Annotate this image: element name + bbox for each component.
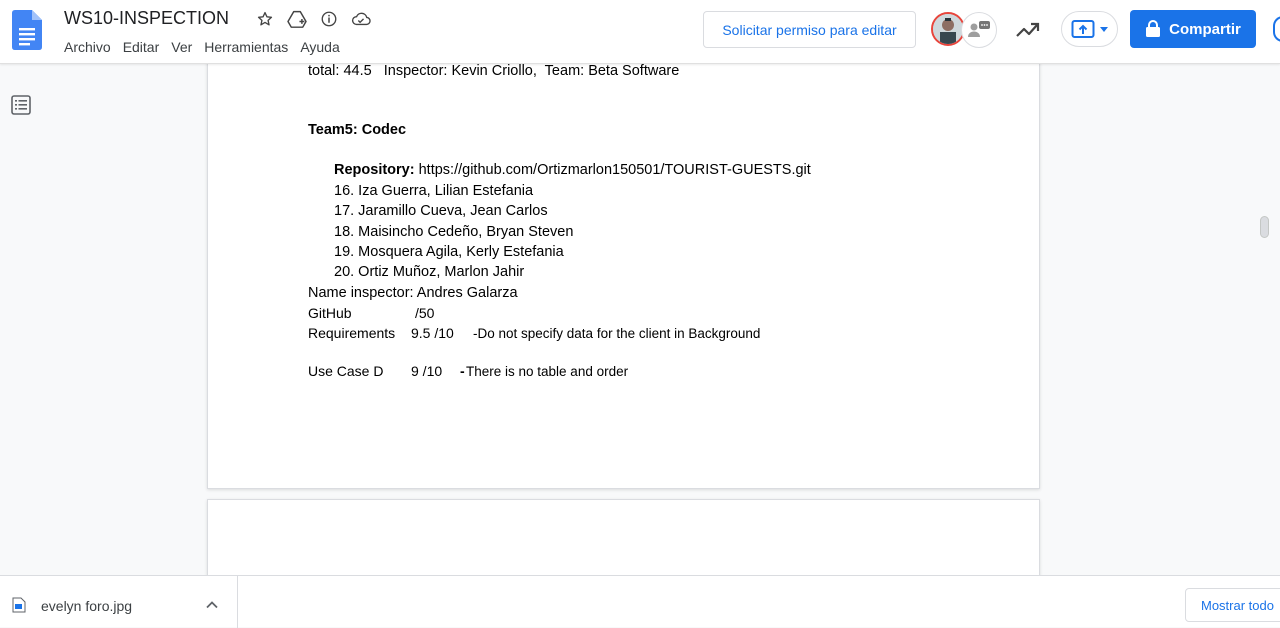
usecase-score: 9 /10 — [411, 363, 443, 379]
member-item: 17. Jaramillo Cueva, Jean Carlos — [334, 203, 548, 219]
docs-logo-icon[interactable] — [12, 10, 42, 50]
usecase-label: Use Case D — [308, 363, 384, 379]
account-icon[interactable] — [1273, 16, 1280, 42]
menu-herramientas[interactable]: Herramientas — [198, 38, 294, 56]
user-avatar[interactable] — [931, 12, 965, 46]
show-all-button[interactable]: Mostrar todo — [1185, 588, 1280, 622]
menu-editar[interactable]: Editar — [117, 38, 166, 56]
member-item: 20. Ortiz Muñoz, Marlon Jahir — [334, 264, 525, 280]
present-button[interactable] — [1061, 11, 1118, 47]
usecase-dash: - — [460, 363, 465, 379]
cloud-status-icon[interactable] — [350, 8, 372, 30]
share-button[interactable]: Compartir — [1130, 10, 1256, 48]
trending-icon[interactable] — [1014, 16, 1042, 44]
document-page[interactable]: total: 44.5 Inspector: Kevin Criollo, Te… — [207, 40, 1040, 489]
title-icons — [254, 8, 372, 30]
info-icon[interactable] — [318, 8, 340, 30]
repository-label: Repository: — [334, 162, 415, 178]
inspector-line: Name inspector: Andres Galarza — [308, 285, 518, 301]
repository-url[interactable]: https://github.com/Ortizmarlon150501/TOU… — [415, 162, 811, 178]
top-bar: WS10-INSPECTION Archivo Editar Ver Herra… — [0, 0, 1280, 64]
request-edit-access-button[interactable]: Solicitar permiso para editar — [703, 11, 916, 48]
member-item: 19. Mosquera Agila, Kerly Estefania — [334, 244, 564, 260]
github-label: GitHub — [308, 305, 352, 321]
lock-icon — [1146, 20, 1161, 37]
team-heading: Team5: Codec — [308, 122, 407, 138]
present-icon — [1071, 20, 1094, 38]
menu-ayuda[interactable]: Ayuda — [294, 38, 345, 56]
member-item: 16. Iza Guerra, Lilian Estefania — [334, 183, 534, 199]
menu-ver[interactable]: Ver — [165, 38, 198, 56]
menu-archivo[interactable]: Archivo — [58, 38, 117, 56]
chevron-up-icon[interactable] — [205, 598, 219, 612]
github-score: /50 — [415, 305, 435, 321]
download-file-name: evelyn foro.jpg — [41, 598, 133, 614]
requirements-label: Requirements — [308, 325, 396, 341]
chat-avatar-icon[interactable] — [961, 12, 997, 48]
requirements-note: -Do not specify data for the client in B… — [473, 326, 761, 341]
download-bar: evelyn foro.jpg Mostrar todo — [0, 575, 1280, 628]
star-icon[interactable] — [254, 8, 276, 30]
document-title[interactable]: WS10-INSPECTION — [64, 8, 229, 29]
share-label: Compartir — [1169, 20, 1241, 38]
member-item: 18. Maisincho Cedeño, Bryan Steven — [334, 224, 574, 240]
requirements-score: 9.5 /10 — [411, 325, 454, 341]
previous-team-total-line: total: 44.5 Inspector: Kevin Criollo, Te… — [308, 63, 680, 79]
image-file-icon — [12, 597, 26, 613]
repository-line: Repository: https://github.com/Ortizmarl… — [334, 162, 811, 178]
move-to-drive-icon[interactable] — [286, 8, 308, 30]
menu-bar: Archivo Editar Ver Herramientas Ayuda — [58, 38, 346, 56]
usecase-note: There is no table and order — [466, 364, 629, 379]
outline-icon[interactable] — [10, 94, 32, 116]
download-item[interactable]: evelyn foro.jpg — [0, 576, 238, 628]
chevron-down-icon — [1099, 27, 1108, 32]
scrollbar-thumb[interactable] — [1260, 216, 1269, 238]
